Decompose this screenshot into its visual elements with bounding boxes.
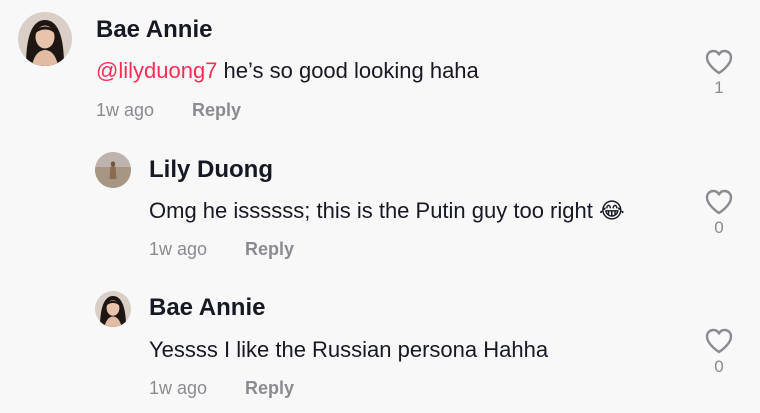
like-button[interactable]: 0 xyxy=(699,188,739,238)
like-button[interactable]: 1 xyxy=(699,48,739,98)
comment-author[interactable]: Bae Annie xyxy=(149,294,265,322)
comment-meta: 1w ago Reply xyxy=(149,238,294,260)
avatar[interactable] xyxy=(95,291,131,327)
mention-link[interactable]: @lilyduong7 xyxy=(96,58,217,83)
comment-meta: 1w ago Reply xyxy=(96,99,241,121)
comment-body: he’s so good looking haha xyxy=(217,58,479,83)
comment-text: Yessss I like the Russian persona Hahha xyxy=(149,337,548,363)
beach-figure-avatar-icon xyxy=(95,152,131,188)
comment-author[interactable]: Lily Duong xyxy=(149,156,273,184)
heart-outline-icon xyxy=(705,328,733,354)
comment-body: Yessss I like the Russian persona Hahha xyxy=(149,337,549,362)
comment-author[interactable]: Bae Annie xyxy=(96,16,212,44)
like-count: 0 xyxy=(714,357,724,376)
comment-meta: 1w ago Reply xyxy=(149,377,294,399)
like-count: 0 xyxy=(714,218,724,237)
comment-item: Bae Annie @lilyduong7 he’s so good looki… xyxy=(0,0,760,140)
woman-portrait-avatar-icon xyxy=(18,12,72,66)
comment-body: Omg he issssss; this is the Putin guy to… xyxy=(149,198,593,223)
avatar[interactable] xyxy=(18,12,72,66)
reply-button[interactable]: Reply xyxy=(245,378,294,398)
comment-text: @lilyduong7 he’s so good looking haha xyxy=(96,58,479,84)
laughing-emoji-icon: 😂 xyxy=(598,198,625,223)
woman-portrait-avatar-icon xyxy=(95,291,131,327)
comment-item: Lily Duong Omg he issssss; this is the P… xyxy=(0,140,760,280)
reply-button[interactable]: Reply xyxy=(192,100,241,120)
like-count: 1 xyxy=(714,78,724,97)
comment-timestamp: 1w ago xyxy=(96,100,155,120)
heart-outline-icon xyxy=(705,189,733,215)
avatar[interactable] xyxy=(95,152,131,188)
reply-button[interactable]: Reply xyxy=(245,239,294,259)
like-button[interactable]: 0 xyxy=(699,327,739,377)
comment-timestamp: 1w ago xyxy=(149,378,208,398)
comment-timestamp: 1w ago xyxy=(149,239,208,259)
comment-item: Bae Annie Yessss I like the Russian pers… xyxy=(0,279,760,413)
comment-text: Omg he issssss; this is the Putin guy to… xyxy=(149,198,625,224)
heart-outline-icon xyxy=(705,49,733,75)
